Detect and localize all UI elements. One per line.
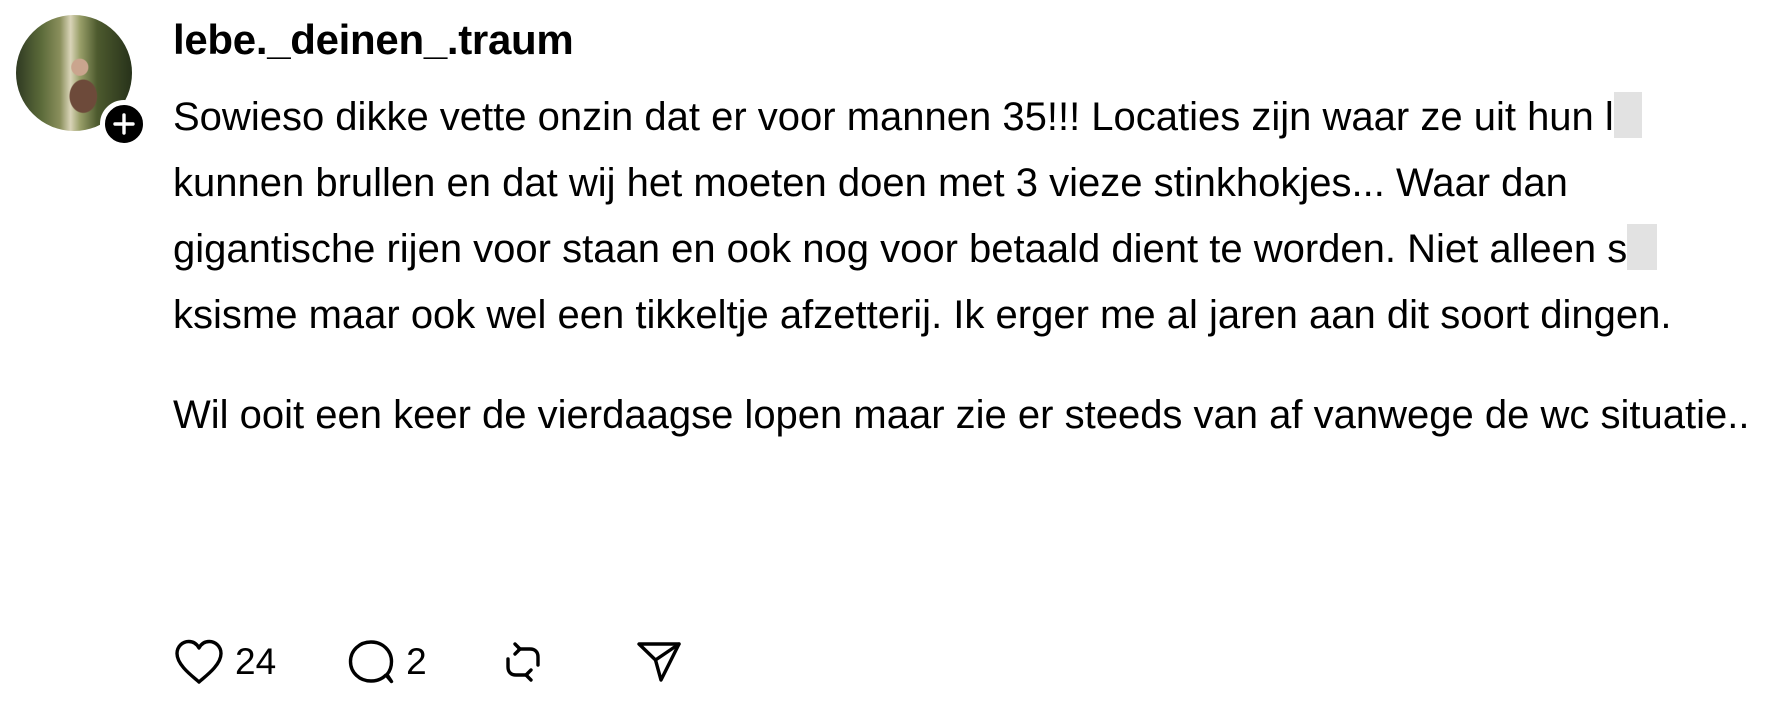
post-card: lebe._deinen_.traum Sowieso dikke vette … <box>0 0 1776 702</box>
post-text-segment: Wil ooit een keer de vierdaagse lopen ma… <box>173 393 1750 437</box>
speech-bubble-icon <box>348 640 394 684</box>
redaction-block <box>1627 224 1658 270</box>
reply-count: 2 <box>406 641 427 682</box>
heart-icon <box>175 639 223 684</box>
follow-button[interactable] <box>100 100 148 148</box>
like-count: 24 <box>235 641 277 682</box>
post-body: Sowieso dikke vette onzin dat er voor ma… <box>173 84 1763 448</box>
share-button[interactable] <box>635 638 683 686</box>
username[interactable]: lebe._deinen_.traum <box>173 16 574 64</box>
post-paragraph: Sowieso dikke vette onzin dat er voor ma… <box>173 84 1763 348</box>
post-text-segment: ksisme maar ook wel een tikkeltje afzett… <box>173 293 1672 337</box>
redaction-block <box>1613 92 1642 138</box>
repost-button[interactable] <box>499 638 547 686</box>
reply-button[interactable]: 2 <box>346 638 427 686</box>
repost-icon <box>506 642 540 682</box>
action-bar: 24 2 <box>173 634 683 690</box>
avatar-container <box>16 15 148 148</box>
post-text-segment: kunnen brullen en dat wij het moeten doe… <box>173 161 1628 271</box>
like-button[interactable]: 24 <box>173 638 276 686</box>
paper-plane-icon <box>637 642 681 682</box>
plus-icon <box>113 113 135 135</box>
post-paragraph: Wil ooit een keer de vierdaagse lopen ma… <box>173 382 1763 448</box>
post-text-segment: Sowieso dikke vette onzin dat er voor ma… <box>173 95 1614 139</box>
